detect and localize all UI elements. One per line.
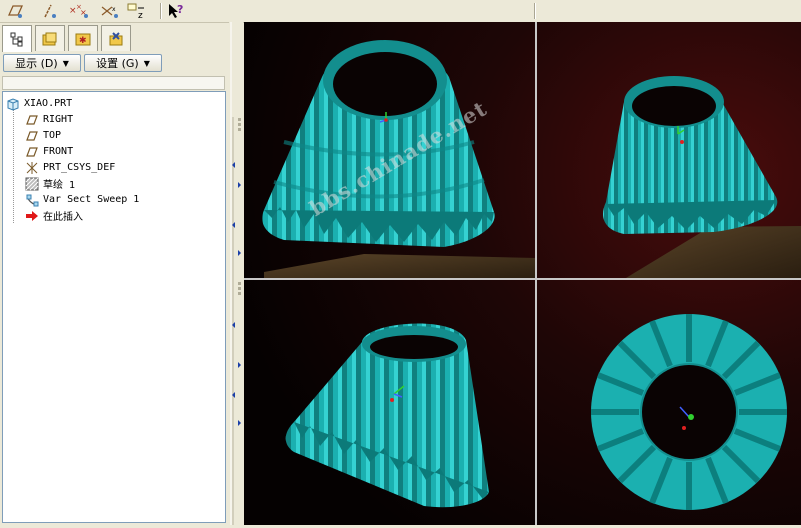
folder-icon bbox=[42, 32, 57, 45]
svg-text:z: z bbox=[138, 11, 143, 20]
datum-plane-icon bbox=[25, 113, 39, 127]
toolbar-separator bbox=[160, 3, 162, 19]
tree-item-csys[interactable]: PRT_CSYS_DEF bbox=[25, 160, 115, 175]
folder-browser-tab[interactable] bbox=[35, 25, 65, 51]
context-help-icon[interactable]: ? bbox=[166, 2, 188, 20]
tree-item-label: FRONT bbox=[43, 146, 74, 157]
tree-item-sweep[interactable]: Var Sect Sweep 1 bbox=[25, 192, 139, 207]
sketch-icon bbox=[25, 177, 39, 191]
display-button-label: 显示 (D) bbox=[15, 57, 58, 70]
settings-button[interactable]: 设置 (G) ▼ bbox=[84, 54, 162, 72]
tree-item-label: 草绘 1 bbox=[43, 180, 76, 191]
favorites-tab[interactable]: ✱ bbox=[68, 25, 98, 51]
column-header-strip bbox=[2, 76, 225, 90]
chevron-down-icon: ▼ bbox=[143, 58, 150, 68]
tree-item-sketch[interactable]: 草绘 1 bbox=[25, 176, 75, 191]
tree-root-label: XIAO.PRT bbox=[24, 98, 73, 109]
toolbar-separator bbox=[534, 3, 536, 19]
model-tree-icon bbox=[10, 32, 23, 47]
tree-item-top[interactable]: TOP bbox=[25, 128, 61, 143]
datum-plane-icon[interactable] bbox=[4, 2, 26, 20]
connections-tab[interactable] bbox=[101, 25, 131, 51]
datum-axis-icon[interactable] bbox=[38, 2, 60, 20]
tree-item-label: Var Sect Sweep 1 bbox=[43, 194, 140, 205]
favorites-icon: ✱ bbox=[75, 33, 91, 46]
chevron-down-icon: ▼ bbox=[62, 58, 69, 68]
lampshade-model bbox=[591, 314, 787, 510]
tree-item-front[interactable]: FRONT bbox=[25, 144, 73, 159]
tree-item-label: RIGHT bbox=[43, 114, 74, 125]
model-tree-button-row: 显示 (D) ▼ 设置 (G) ▼ bbox=[2, 54, 227, 74]
sweep-icon bbox=[25, 193, 39, 207]
graphics-window[interactable] bbox=[244, 22, 801, 525]
tree-item-label: PRT_CSYS_DEF bbox=[43, 162, 116, 173]
coordinate-system-icon[interactable]: x bbox=[98, 2, 120, 20]
navigator-splitter[interactable] bbox=[229, 22, 243, 525]
part-icon bbox=[6, 97, 20, 111]
display-button[interactable]: 显示 (D) ▼ bbox=[3, 54, 81, 72]
tree-item-right[interactable]: RIGHT bbox=[25, 112, 73, 127]
svg-text:x: x bbox=[112, 6, 116, 13]
tree-item-insert-here[interactable]: 在此插入 bbox=[25, 208, 83, 223]
connections-icon bbox=[109, 31, 123, 45]
svg-text:?: ? bbox=[177, 3, 183, 16]
datum-plane-icon bbox=[25, 129, 39, 143]
coordinate-system-icon bbox=[25, 161, 39, 175]
analysis-icon[interactable]: z bbox=[126, 2, 148, 20]
datum-point-icon[interactable]: × × × bbox=[68, 2, 90, 20]
tree-item-label: 在此插入 bbox=[43, 212, 83, 223]
settings-button-label: 设置 (G) bbox=[96, 57, 139, 70]
toolbar: × × × x z ? bbox=[0, 0, 801, 23]
tree-connector bbox=[13, 110, 14, 223]
insert-here-arrow-icon bbox=[25, 209, 39, 223]
tree-root[interactable]: XIAO.PRT bbox=[6, 96, 72, 111]
model-tree-tab[interactable] bbox=[2, 25, 32, 52]
svg-text:✱: ✱ bbox=[79, 36, 87, 46]
tree-item-label: TOP bbox=[43, 130, 62, 141]
model-tree: XIAO.PRT RIGHT TOP FRONT PRT_CSYS_DEF 草绘… bbox=[2, 91, 226, 523]
datum-plane-icon bbox=[25, 145, 39, 159]
